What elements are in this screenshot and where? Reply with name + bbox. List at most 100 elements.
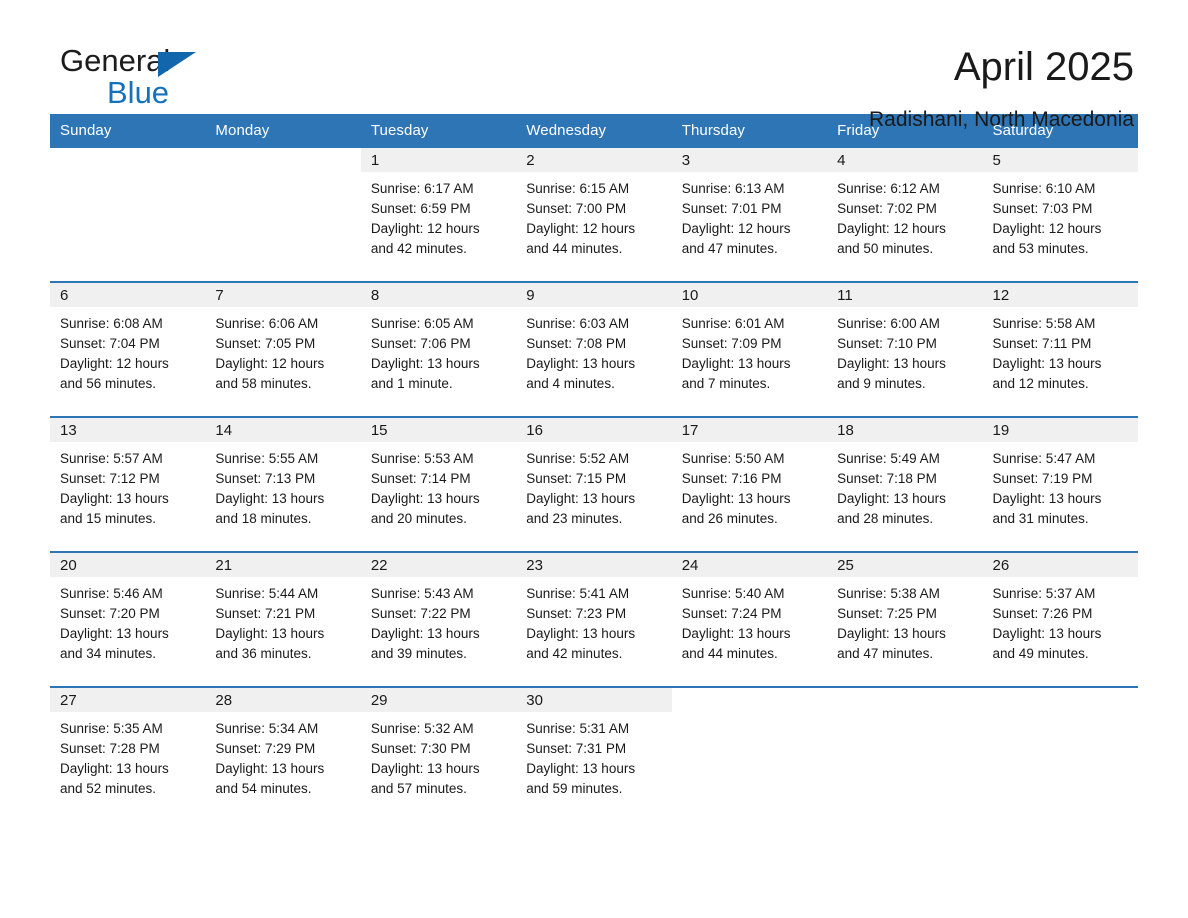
day-detail-daylight1: Daylight: 13 hours <box>837 491 946 506</box>
day-number: 8 <box>360 283 517 307</box>
day-detail-sunset: Sunset: 7:26 PM <box>992 606 1093 621</box>
day-details: Sunrise: 6:17 AM Sunset: 6:59 PM Daylight:… <box>361 172 516 259</box>
day-number: 4 <box>827 148 983 172</box>
calendar-day-cell[interactable]: 4 Sunrise: 6:12 AM Sunset: 7:02 PM Daylight… <box>827 148 983 282</box>
day-details: Sunrise: 5:47 AM Sunset: 7:19 PM Daylight:… <box>983 442 1138 529</box>
calendar-day-cell[interactable]: 18 Sunrise: 5:49 AM Sunset: 7:18 PM Dayligh… <box>827 416 983 552</box>
day-detail-sunset: Sunset: 7:25 PM <box>837 606 937 621</box>
day-detail-daylight2: and 47 minutes. <box>681 241 778 256</box>
calendar-day-cell[interactable]: 10 Sunrise: 6:01 AM Sunset: 7:09 PM Dayligh… <box>671 281 828 417</box>
day-detail-sunrise: Sunrise: 6:03 AM <box>526 316 630 331</box>
day-number: 14 <box>205 418 361 442</box>
calendar-day-cell[interactable]: 8 Sunrise: 6:05 AM Sunset: 7:06 PM Daylight… <box>360 281 517 417</box>
day-number: 13 <box>50 418 206 442</box>
day-detail-sunrise: Sunrise: 6:00 AM <box>837 316 940 331</box>
day-detail-sunset: Sunset: 7:08 PM <box>526 336 627 351</box>
calendar-grid: Sunday Monday Tuesday Wednesday Thursday… <box>50 114 1138 821</box>
calendar-day-cell[interactable]: 13 Sunrise: 5:57 AM Sunset: 7:12 PM Dayligh… <box>50 416 206 552</box>
calendar-day-cell[interactable]: 12 Sunrise: 5:58 AM Sunset: 7:11 PM Dayligh… <box>982 281 1138 417</box>
day-detail-daylight1: Daylight: 12 hours <box>526 221 636 236</box>
calendar-cell-empty[interactable] <box>982 686 1138 821</box>
day-detail-daylight1: Daylight: 12 hours <box>837 221 946 236</box>
calendar-day-cell[interactable]: 20 Sunrise: 5:46 AM Sunset: 7:20 PM Dayligh… <box>50 551 206 687</box>
calendar-day-cell[interactable]: 21 Sunrise: 5:44 AM Sunset: 7:21 PM Dayligh… <box>205 551 361 687</box>
weekday-header-monday: Monday <box>205 114 361 148</box>
calendar-day-cell[interactable]: 23 Sunrise: 5:41 AM Sunset: 7:23 PM Dayligh… <box>516 551 672 687</box>
calendar-day-cell[interactable]: 1 Sunrise: 6:17 AM Sunset: 6:59 PM Daylight… <box>360 148 517 282</box>
calendar-cell-empty[interactable] <box>205 148 361 282</box>
day-detail-daylight1: Daylight: 13 hours <box>681 356 791 371</box>
day-detail-sunrise: Sunrise: 6:15 AM <box>526 181 630 196</box>
day-detail-sunset: Sunset: 7:04 PM <box>60 336 160 351</box>
day-detail-sunset: Sunset: 7:11 PM <box>992 336 1092 351</box>
day-detail-sunset: Sunset: 7:10 PM <box>837 336 937 351</box>
day-detail-daylight2: and 20 minutes. <box>370 511 467 526</box>
day-detail-sunset: Sunset: 7:14 PM <box>370 471 471 486</box>
calendar-day-cell[interactable]: 9 Sunrise: 6:03 AM Sunset: 7:08 PM Daylight… <box>516 281 672 417</box>
day-detail-sunrise: Sunrise: 5:57 AM <box>60 451 163 466</box>
calendar-week-row: 6 Sunrise: 6:08 AM Sunset: 7:04 PM Daylight… <box>50 281 1138 417</box>
calendar-day-cell[interactable]: 16 Sunrise: 5:52 AM Sunset: 7:15 PM Dayligh… <box>516 416 672 552</box>
day-details: Sunrise: 6:06 AM Sunset: 7:05 PM Daylight:… <box>205 307 360 394</box>
calendar-week-row: 27 Sunrise: 5:35 AM Sunset: 7:28 PM Dayligh… <box>50 686 1138 821</box>
day-detail-daylight2: and 54 minutes. <box>215 781 312 796</box>
day-details: Sunrise: 6:05 AM Sunset: 7:06 PM Daylight:… <box>361 307 516 394</box>
calendar-day-cell[interactable]: 7 Sunrise: 6:06 AM Sunset: 7:05 PM Daylight… <box>205 281 361 417</box>
day-detail-daylight1: Daylight: 13 hours <box>60 626 169 641</box>
page-title: April 2025 <box>953 45 1134 89</box>
calendar-day-cell[interactable]: 26 Sunrise: 5:37 AM Sunset: 7:26 PM Dayligh… <box>982 551 1138 687</box>
calendar-cell-empty[interactable] <box>50 148 206 282</box>
calendar-day-cell[interactable]: 2 Sunrise: 6:15 AM Sunset: 7:00 PM Daylight… <box>516 148 672 282</box>
day-detail-daylight2: and 47 minutes. <box>837 646 934 661</box>
calendar-day-cell[interactable]: 15 Sunrise: 5:53 AM Sunset: 7:14 PM Dayligh… <box>360 416 517 552</box>
day-detail-sunrise: Sunrise: 5:47 AM <box>992 451 1096 466</box>
weekday-header-tuesday: Tuesday <box>360 114 517 148</box>
calendar-day-cell[interactable]: 6 Sunrise: 6:08 AM Sunset: 7:04 PM Daylight… <box>50 281 206 417</box>
day-detail-daylight2: and 49 minutes. <box>992 646 1089 661</box>
calendar-day-cell[interactable]: 25 Sunrise: 5:38 AM Sunset: 7:25 PM Dayligh… <box>827 551 983 687</box>
day-detail-daylight2: and 9 minutes. <box>837 376 926 391</box>
calendar-cell-inner: 17 Sunrise: 5:50 AM Sunset: 7:16 PM Dayligh… <box>671 418 828 551</box>
day-detail-sunset: Sunset: 7:16 PM <box>681 471 782 486</box>
day-detail-sunset: Sunset: 7:24 PM <box>681 606 782 621</box>
calendar-cell-empty[interactable] <box>671 686 828 821</box>
calendar-cell-inner: 2 Sunrise: 6:15 AM Sunset: 7:00 PM Daylight… <box>516 148 672 281</box>
day-detail-daylight1: Daylight: 13 hours <box>215 491 325 506</box>
day-number: 29 <box>360 688 517 712</box>
day-number: 5 <box>982 148 1138 172</box>
calendar-day-cell[interactable]: 22 Sunrise: 5:43 AM Sunset: 7:22 PM Dayligh… <box>360 551 517 687</box>
calendar-cell-inner: 25 Sunrise: 5:38 AM Sunset: 7:25 PM Dayligh… <box>827 553 983 686</box>
calendar-day-cell[interactable]: 27 Sunrise: 5:35 AM Sunset: 7:28 PM Dayligh… <box>50 686 206 821</box>
calendar-day-cell[interactable]: 14 Sunrise: 5:55 AM Sunset: 7:13 PM Dayligh… <box>205 416 361 552</box>
calendar-cell-empty[interactable] <box>827 686 983 821</box>
calendar-day-cell[interactable]: 3 Sunrise: 6:13 AM Sunset: 7:01 PM Daylight… <box>671 148 828 282</box>
day-number: 27 <box>50 688 206 712</box>
calendar-day-cell[interactable]: 19 Sunrise: 5:47 AM Sunset: 7:19 PM Dayligh… <box>982 416 1138 552</box>
day-detail-daylight2: and 12 minutes. <box>992 376 1089 391</box>
title-block: April 2025 Radishani, North Macedonia <box>869 44 1138 132</box>
calendar-cell-inner: 12 Sunrise: 5:58 AM Sunset: 7:11 PM Dayligh… <box>982 283 1138 416</box>
calendar-day-cell[interactable]: 28 Sunrise: 5:34 AM Sunset: 7:29 PM Dayligh… <box>205 686 361 821</box>
day-number: 28 <box>205 688 361 712</box>
day-detail-sunset: Sunset: 7:02 PM <box>837 201 937 216</box>
calendar-week-row: 13 Sunrise: 5:57 AM Sunset: 7:12 PM Dayligh… <box>50 416 1138 552</box>
calendar-day-cell[interactable]: 5 Sunrise: 6:10 AM Sunset: 7:03 PM Daylight… <box>982 148 1138 282</box>
day-detail-sunrise: Sunrise: 6:13 AM <box>681 181 785 196</box>
day-details: Sunrise: 6:10 AM Sunset: 7:03 PM Daylight:… <box>983 172 1138 259</box>
calendar-day-cell[interactable]: 30 Sunrise: 5:31 AM Sunset: 7:31 PM Dayligh… <box>516 686 672 821</box>
day-detail-daylight2: and 7 minutes. <box>681 376 771 391</box>
day-detail-daylight2: and 44 minutes. <box>526 241 623 256</box>
calendar-cell-inner: 14 Sunrise: 5:55 AM Sunset: 7:13 PM Dayligh… <box>205 418 361 551</box>
logo-text-general: General <box>60 43 171 78</box>
calendar-day-cell[interactable]: 11 Sunrise: 6:00 AM Sunset: 7:10 PM Dayligh… <box>827 281 983 417</box>
calendar-day-cell[interactable]: 24 Sunrise: 5:40 AM Sunset: 7:24 PM Dayligh… <box>671 551 828 687</box>
day-detail-sunrise: Sunrise: 6:06 AM <box>215 316 319 331</box>
day-detail-sunset: Sunset: 7:06 PM <box>370 336 471 351</box>
day-detail-daylight1: Daylight: 13 hours <box>837 356 946 371</box>
day-details: Sunrise: 5:52 AM Sunset: 7:15 PM Daylight:… <box>516 442 671 529</box>
day-detail-daylight1: Daylight: 13 hours <box>526 491 636 506</box>
calendar-day-cell[interactable]: 17 Sunrise: 5:50 AM Sunset: 7:16 PM Dayligh… <box>671 416 828 552</box>
calendar-day-cell[interactable]: 29 Sunrise: 5:32 AM Sunset: 7:30 PM Dayligh… <box>360 686 517 821</box>
day-detail-sunset: Sunset: 7:29 PM <box>215 741 316 756</box>
calendar-cell-inner <box>50 148 206 281</box>
